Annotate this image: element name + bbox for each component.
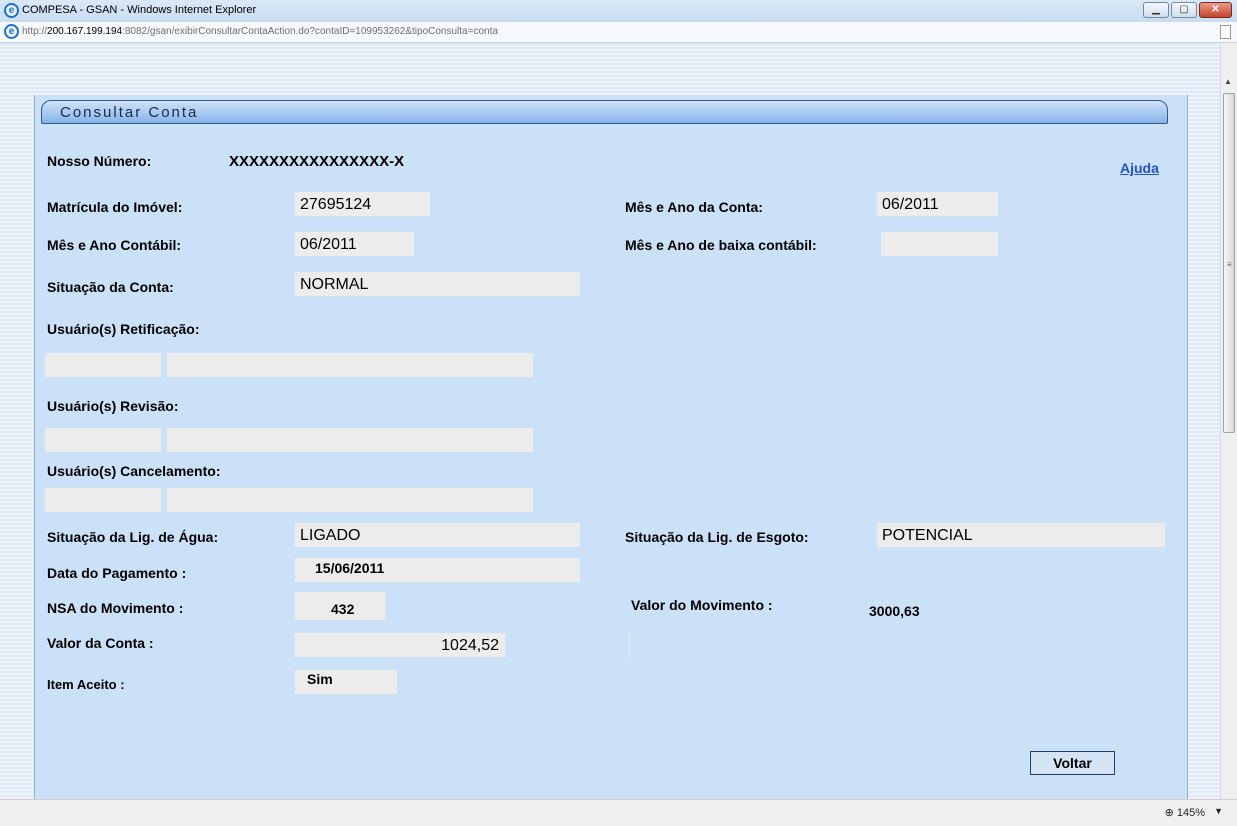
valor-movimento-label: Valor do Movimento :	[631, 597, 773, 613]
maximize-icon: ▢	[1179, 4, 1189, 15]
item-aceito-value: Sim	[295, 670, 397, 694]
situacao-esgoto-value: POTENCIAL	[877, 523, 1165, 547]
page-icon	[1220, 25, 1231, 39]
zoom-dropdown-icon[interactable]: ▼	[1214, 806, 1223, 816]
scroll-thumb[interactable]: ≡	[1223, 93, 1235, 433]
zoom-icon: ⊕	[1164, 807, 1174, 819]
panel-header: Consultar Conta	[41, 100, 1168, 124]
data-pagamento-value: 15/06/2011	[295, 558, 580, 582]
minimize-button[interactable]: ▁	[1143, 2, 1169, 18]
mes-ano-baixa-label: Mês e Ano de baixa contábil:	[625, 237, 817, 253]
nosso-numero-label: Nosso Número:	[47, 153, 152, 169]
item-aceito-label: Item Aceito :	[47, 677, 125, 692]
field-separator	[629, 632, 630, 658]
window-title: COMPESA - GSAN - Windows Internet Explor…	[22, 4, 257, 16]
mes-ano-baixa-value	[881, 232, 998, 256]
scroll-grip-icon: ≡	[1227, 260, 1232, 269]
url-path: :8082/gsan/exibirConsultarContaAction.do…	[122, 26, 498, 37]
situacao-conta-label: Situação da Conta:	[47, 279, 174, 295]
valor-movimento-value: 3000,63	[869, 603, 920, 619]
window-titlebar: e COMPESA - GSAN - Windows Internet Expl…	[0, 0, 1237, 23]
scroll-up-icon[interactable]: ▲	[1224, 77, 1232, 86]
revisao-user-id-field	[45, 428, 161, 452]
zoom-value: 145%	[1176, 807, 1205, 819]
cancelamento-user-name-field	[167, 488, 533, 512]
vertical-scrollbar[interactable]: ▲ ≡	[1220, 43, 1237, 799]
consultar-conta-panel: Consultar Conta Ajuda Nosso Número: XXXX…	[34, 95, 1188, 799]
mes-ano-conta-value: 06/2011	[877, 192, 998, 216]
url-text[interactable]: http://200.167.199.194:8082/gsan/exibirC…	[22, 26, 498, 37]
address-bar[interactable]: e http://200.167.199.194:8082/gsan/exibi…	[0, 22, 1237, 43]
usuarios-retificacao-label: Usuário(s) Retificação:	[47, 321, 200, 337]
valor-conta-value: 1024,52	[295, 633, 505, 657]
maximize-button[interactable]: ▢	[1171, 2, 1197, 18]
mes-ano-contabil-label: Mês e Ano Contábil:	[47, 237, 182, 253]
zoom-level[interactable]: ⊕ 145%	[1165, 806, 1205, 819]
close-button[interactable]: ✕	[1199, 2, 1232, 18]
cancelamento-user-id-field	[45, 488, 161, 512]
revisao-user-name-field	[167, 428, 533, 452]
nsa-label: NSA do Movimento :	[47, 600, 184, 616]
status-bar: ⊕ 145% ▼	[0, 799, 1237, 826]
situacao-conta-value: NORMAL	[295, 272, 580, 296]
url-host: 200.167.199.194	[47, 26, 123, 37]
page-viewport: Consultar Conta Ajuda Nosso Número: XXXX…	[0, 43, 1220, 799]
close-icon: ✕	[1211, 4, 1220, 15]
situacao-agua-label: Situação da Lig. de Água:	[47, 529, 219, 545]
usuarios-revisao-label: Usuário(s) Revisão:	[47, 398, 179, 414]
nsa-value: 432	[295, 592, 385, 620]
retificacao-user-name-field	[167, 353, 533, 377]
url-prefix: http://	[22, 26, 48, 37]
matricula-label: Matrícula do Imóvel:	[47, 199, 183, 215]
mes-ano-contabil-value: 06/2011	[295, 232, 414, 256]
mes-ano-conta-label: Mês e Ano da Conta:	[625, 199, 763, 215]
minimize-icon: ▁	[1152, 4, 1160, 15]
ie-logo-icon: e	[4, 3, 19, 18]
matricula-value: 27695124	[295, 192, 430, 216]
situacao-agua-value: LIGADO	[295, 523, 580, 547]
ie-page-icon: e	[4, 24, 19, 39]
situacao-esgoto-label: Situação da Lig. de Esgoto:	[625, 529, 809, 545]
voltar-button[interactable]: Voltar	[1030, 751, 1115, 775]
help-link[interactable]: Ajuda	[1120, 160, 1159, 176]
retificacao-user-id-field	[45, 353, 161, 377]
usuarios-cancelamento-label: Usuário(s) Cancelamento:	[47, 463, 221, 479]
data-pagamento-label: Data do Pagamento :	[47, 565, 187, 581]
panel-title: Consultar Conta	[60, 104, 199, 121]
nosso-numero-value: XXXXXXXXXXXXXXXX-X	[229, 153, 405, 170]
valor-conta-label: Valor da Conta :	[47, 635, 154, 651]
